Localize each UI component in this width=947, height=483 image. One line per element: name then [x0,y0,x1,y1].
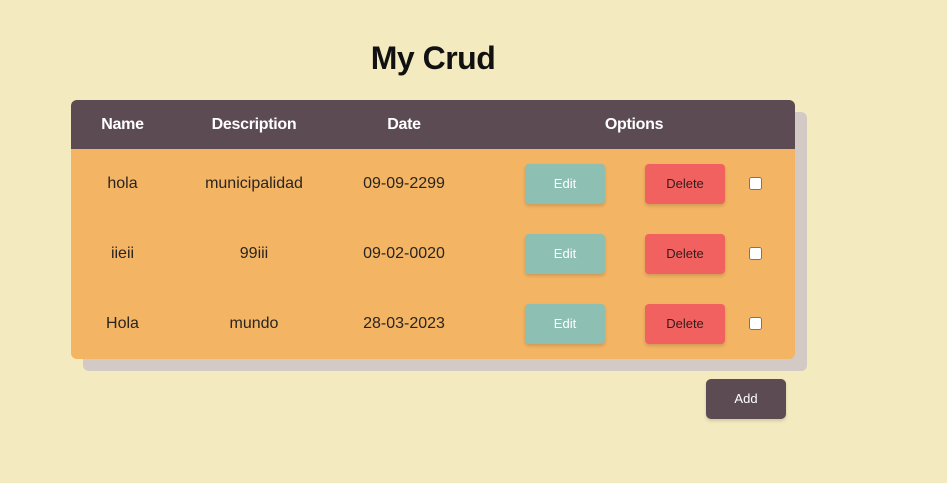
delete-button[interactable]: Delete [645,304,725,344]
delete-button[interactable]: Delete [645,234,725,274]
column-header-options: Options [604,116,664,133]
table-row: hola municipalidad 09-09-2299 Edit Delet… [71,149,795,219]
column-header-date: Date [387,116,421,133]
page-title: My Crud [370,40,496,76]
row-select-checkbox[interactable] [749,317,762,330]
cell-description: 99iii [239,245,269,262]
edit-button[interactable]: Edit [525,164,605,204]
row-select-checkbox[interactable] [749,177,762,190]
cell-date: 09-09-2299 [363,175,445,192]
table-row: iieii 99iii 09-02-0020 Edit Delete [71,219,795,289]
cell-description: mundo [229,315,279,332]
cell-date: 09-02-0020 [363,245,445,262]
row-select-checkbox[interactable] [749,247,762,260]
table-row: Hola mundo 28-03-2023 Edit Delete [71,289,795,359]
cell-date: 28-03-2023 [363,315,445,332]
cell-name: hola [107,175,138,192]
column-header-description: Description [211,116,297,133]
add-button[interactable]: Add [706,379,786,419]
cell-name: iieii [110,245,135,262]
edit-button[interactable]: Edit [525,234,605,274]
cell-description: municipalidad [205,175,303,192]
cell-name: Hola [106,315,139,332]
edit-button[interactable]: Edit [525,304,605,344]
crud-table: Name Description Date Options hola munic… [71,100,795,359]
table-header: Name Description Date Options [71,100,795,149]
delete-button[interactable]: Delete [645,164,725,204]
column-header-name: Name [101,116,144,133]
